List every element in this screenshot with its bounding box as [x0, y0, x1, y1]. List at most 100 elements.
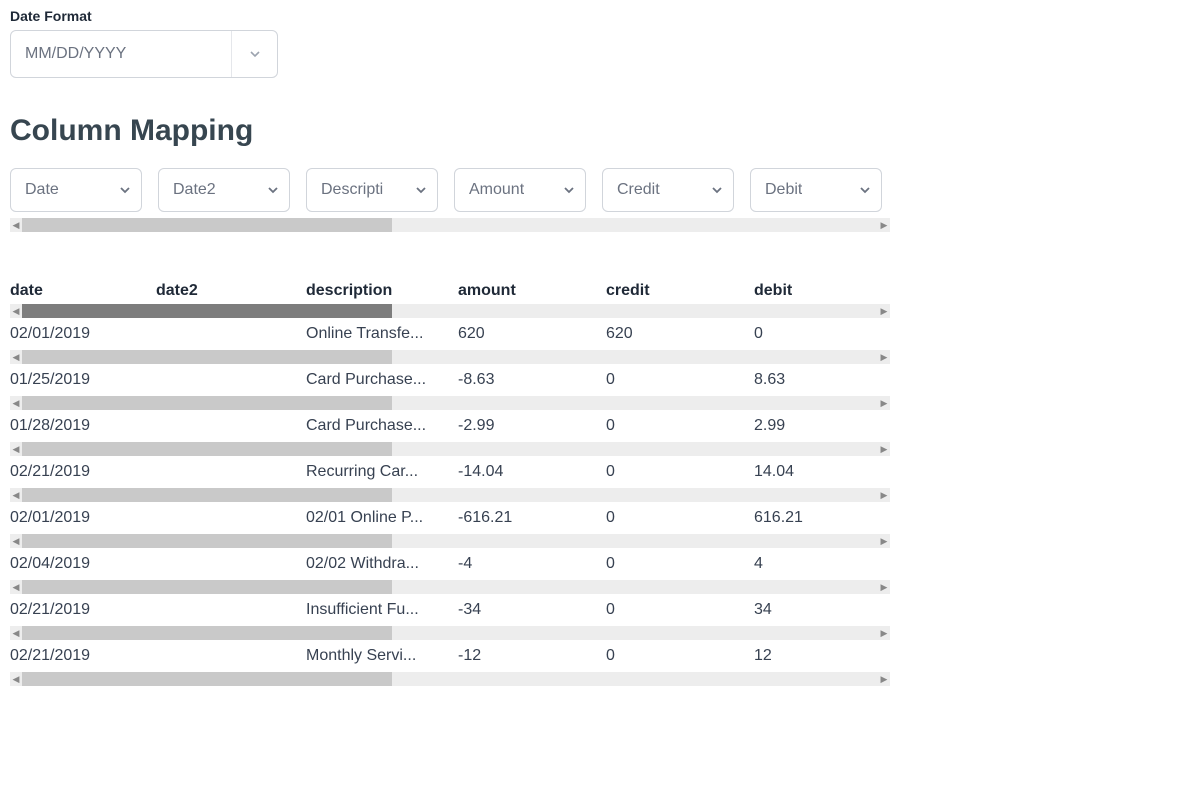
- caret-right-icon: ▶: [878, 396, 890, 410]
- cell-debit: 34: [754, 601, 902, 619]
- th-credit: credit: [606, 282, 754, 300]
- scroll-strip[interactable]: ◀▶: [10, 626, 890, 640]
- cell-amount: 620: [458, 325, 606, 343]
- caret-left-icon: ◀: [10, 534, 22, 548]
- caret-left-icon: ◀: [10, 442, 22, 456]
- cell-date: 01/25/2019: [10, 371, 156, 389]
- th-date2: date2: [156, 282, 306, 300]
- cell-date: 02/01/2019: [10, 509, 156, 527]
- cell-date: 02/21/2019: [10, 647, 156, 665]
- chevron-down-icon: [267, 184, 279, 196]
- cell-description: 02/02 Withdra...: [306, 555, 458, 573]
- caret-left-icon: ◀: [10, 350, 22, 364]
- column-mapper-select[interactable]: Credit: [602, 168, 734, 212]
- th-debit: debit: [754, 282, 902, 300]
- th-description: description: [306, 282, 458, 300]
- table-row: 02/01/2019Online Transfe...6206200: [10, 318, 890, 350]
- chevron-down-icon: [711, 184, 723, 196]
- caret-left-icon: ◀: [10, 672, 22, 686]
- scroll-thumb[interactable]: [22, 304, 392, 318]
- cell-credit: 0: [606, 371, 754, 389]
- scroll-thumb[interactable]: [22, 534, 392, 548]
- cell-amount: -34: [458, 601, 606, 619]
- scroll-strip[interactable]: ◀▶: [10, 534, 890, 548]
- cell-debit: 2.99: [754, 417, 902, 435]
- scroll-thumb[interactable]: [22, 626, 392, 640]
- scroll-thumb[interactable]: [22, 580, 392, 594]
- caret-right-icon: ▶: [878, 672, 890, 686]
- caret-right-icon: ▶: [878, 488, 890, 502]
- column-mapper-select[interactable]: Descripti: [306, 168, 438, 212]
- cell-description: 02/01 Online P...: [306, 509, 458, 527]
- table-header-row: date date2 description amount credit deb…: [10, 278, 890, 304]
- table-row: 01/28/2019Card Purchase...-2.9902.99: [10, 410, 890, 442]
- caret-left-icon: ◀: [10, 488, 22, 502]
- cell-amount: -12: [458, 647, 606, 665]
- cell-debit: 4: [754, 555, 902, 573]
- cell-date: 02/04/2019: [10, 555, 156, 573]
- cell-description: Monthly Servi...: [306, 647, 458, 665]
- scroll-thumb[interactable]: [22, 488, 392, 502]
- column-mapper-select[interactable]: Amount: [454, 168, 586, 212]
- scroll-thumb[interactable]: [22, 218, 392, 232]
- column-mapper-select[interactable]: Date: [10, 168, 142, 212]
- cell-date: 01/28/2019: [10, 417, 156, 435]
- column-mapper-select[interactable]: Debit: [750, 168, 882, 212]
- caret-right-icon: ▶: [878, 534, 890, 548]
- caret-right-icon: ▶: [878, 626, 890, 640]
- column-mapper-label: Debit: [765, 181, 802, 199]
- cell-credit: 0: [606, 509, 754, 527]
- column-mapper-label: Credit: [617, 181, 660, 199]
- table-row: 02/01/201902/01 Online P...-616.210616.2…: [10, 502, 890, 534]
- caret-left-icon: ◀: [10, 626, 22, 640]
- cell-description: Card Purchase...: [306, 417, 458, 435]
- chevron-down-icon: [249, 48, 261, 60]
- caret-left-icon: ◀: [10, 580, 22, 594]
- cell-amount: -616.21: [458, 509, 606, 527]
- cell-amount: -8.63: [458, 371, 606, 389]
- cell-debit: 14.04: [754, 463, 902, 481]
- caret-right-icon: ▶: [878, 350, 890, 364]
- date-format-select[interactable]: MM/DD/YYYY: [10, 30, 278, 78]
- th-date: date: [10, 282, 156, 300]
- scroll-strip[interactable]: ◀▶: [10, 350, 890, 364]
- cell-description: Recurring Car...: [306, 463, 458, 481]
- caret-right-icon: ▶: [878, 304, 890, 318]
- cell-date: 02/21/2019: [10, 463, 156, 481]
- scroll-strip[interactable]: ◀ ▶: [10, 304, 890, 318]
- scroll-strip[interactable]: ◀▶: [10, 442, 890, 456]
- scroll-thumb[interactable]: [22, 672, 392, 686]
- scroll-strip[interactable]: ◀▶: [10, 488, 890, 502]
- scroll-strip[interactable]: ◀▶: [10, 580, 890, 594]
- caret-right-icon: ▶: [878, 580, 890, 594]
- cell-description: Online Transfe...: [306, 325, 458, 343]
- scroll-strip[interactable]: ◀▶: [10, 672, 890, 686]
- cell-credit: 0: [606, 555, 754, 573]
- caret-right-icon: ▶: [878, 442, 890, 456]
- cell-debit: 616.21: [754, 509, 902, 527]
- cell-description: Insufficient Fu...: [306, 601, 458, 619]
- column-mapper-label: Amount: [469, 181, 524, 199]
- cell-debit: 12: [754, 647, 902, 665]
- scroll-thumb[interactable]: [22, 350, 392, 364]
- cell-credit: 0: [606, 463, 754, 481]
- scroll-thumb[interactable]: [22, 396, 392, 410]
- chevron-down-icon: [563, 184, 575, 196]
- chevron-down-icon: [415, 184, 427, 196]
- table-row: 01/25/2019Card Purchase...-8.6308.63: [10, 364, 890, 396]
- table-row: 02/21/2019Recurring Car...-14.04014.04: [10, 456, 890, 488]
- cell-date: 02/01/2019: [10, 325, 156, 343]
- cell-credit: 0: [606, 417, 754, 435]
- scroll-strip[interactable]: ◀ ▶: [10, 218, 890, 232]
- date-format-value: MM/DD/YYYY: [25, 45, 126, 63]
- caret-left-icon: ◀: [10, 396, 22, 410]
- column-mapper-select[interactable]: Date2: [158, 168, 290, 212]
- scroll-thumb[interactable]: [22, 442, 392, 456]
- table-row: 02/21/2019Monthly Servi...-12012: [10, 640, 890, 672]
- scroll-strip[interactable]: ◀▶: [10, 396, 890, 410]
- cell-amount: -4: [458, 555, 606, 573]
- date-format-caret-wrap: [231, 31, 277, 77]
- date-format-label: Date Format: [10, 8, 890, 24]
- cell-amount: -14.04: [458, 463, 606, 481]
- cell-date: 02/21/2019: [10, 601, 156, 619]
